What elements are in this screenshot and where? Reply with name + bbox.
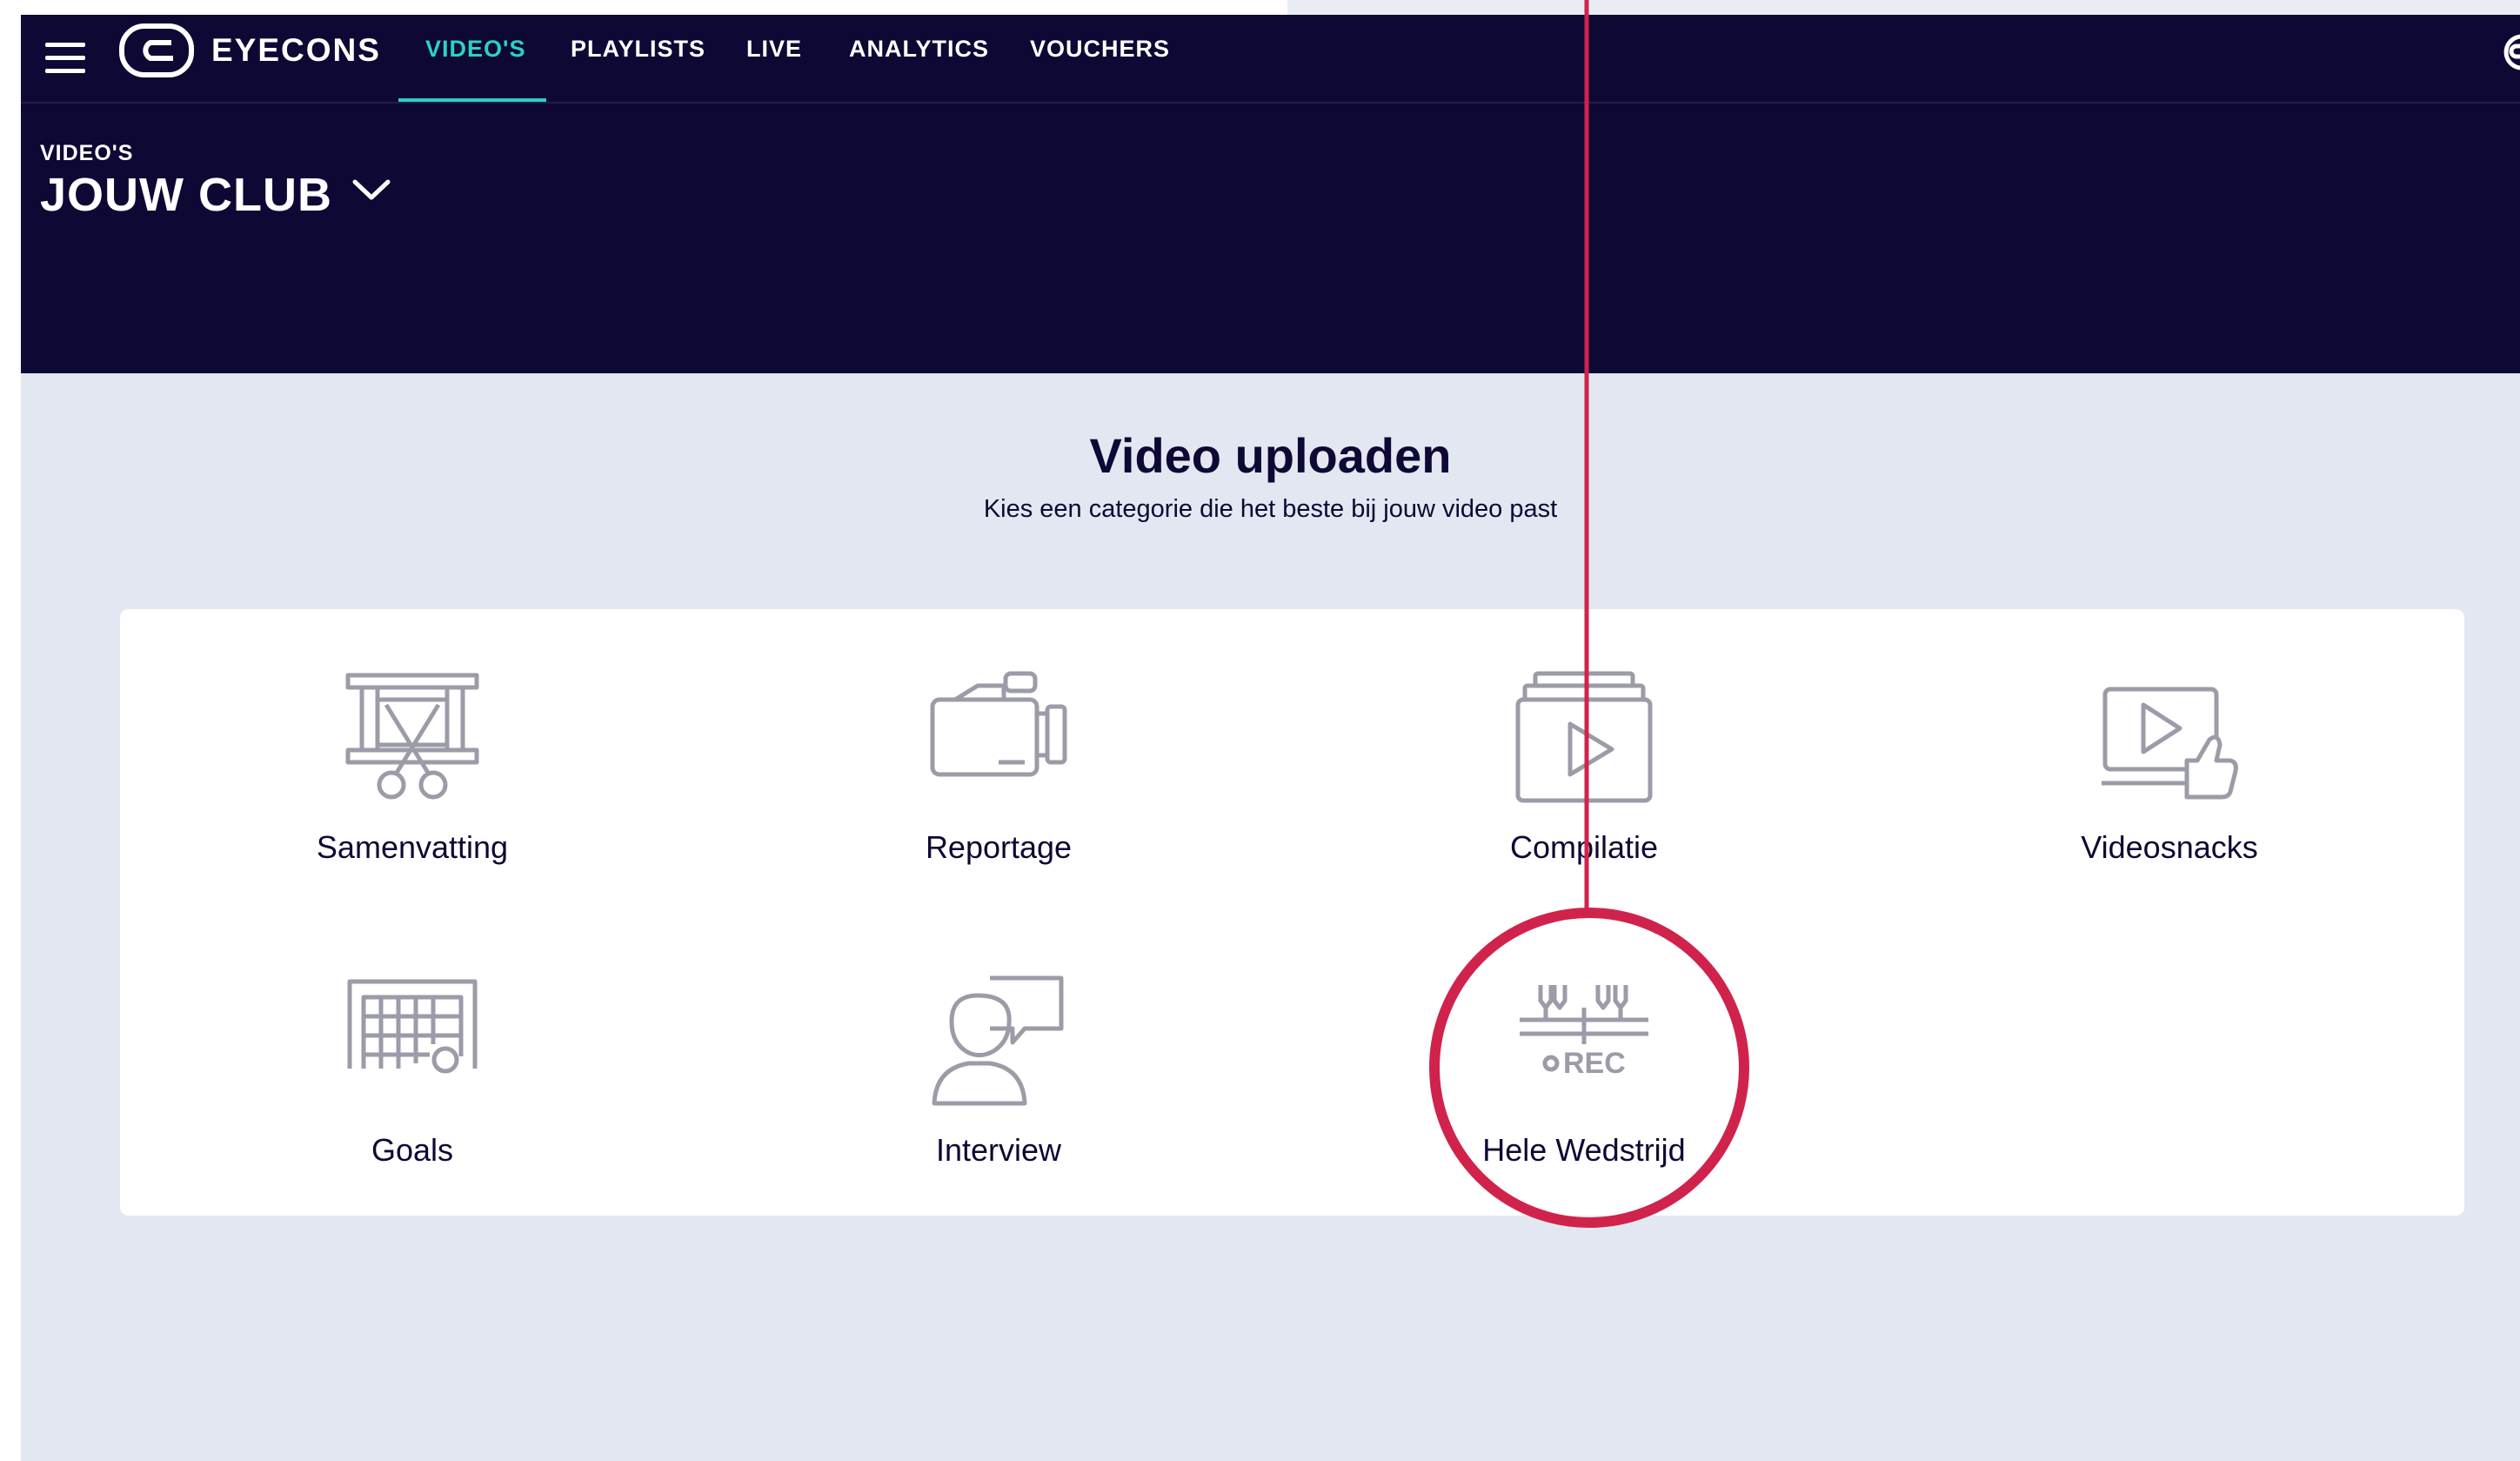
category-samenvatting[interactable]: Samenvatting	[151, 670, 673, 931]
menu-icon[interactable]	[45, 41, 85, 76]
category-goals[interactable]: Goals	[151, 973, 673, 1234]
category-label: Goals	[371, 1132, 454, 1168]
tab-analytics[interactable]: ANALYTICS	[849, 36, 989, 63]
record-match-icon: REC	[1520, 985, 1648, 1080]
eyecons-logo-icon[interactable]	[119, 23, 194, 77]
goal-net-icon	[347, 979, 478, 1074]
category-videosnacks[interactable]: Videosnacks	[1908, 670, 2430, 931]
chevron-down-icon[interactable]	[350, 177, 393, 203]
page-title: Video uploaden	[1089, 428, 1452, 483]
category-compilatie[interactable]: Compilatie	[1323, 670, 1845, 931]
tab-live[interactable]: LIVE	[746, 36, 802, 63]
app-window: EYECONS VIDEO'S PLAYLISTS LIVE ANALYTICS…	[21, 15, 2520, 1461]
top-navbar: EYECONS VIDEO'S PLAYLISTS LIVE ANALYTICS…	[21, 15, 2520, 104]
category-card: Samenvatting Reportage Compilatie Videos…	[120, 609, 2464, 1216]
category-label: Hele Wedstrijd	[1482, 1132, 1686, 1168]
play-thumbs-up-icon	[2102, 687, 2238, 800]
top-strip	[1287, 0, 2520, 15]
category-label: Videosnacks	[2081, 829, 2258, 865]
rec-label: REC	[1563, 1047, 1626, 1080]
tab-playlists[interactable]: PLAYLISTS	[571, 36, 705, 63]
category-hele-wedstrijd[interactable]: REC Hele Wedstrijd	[1323, 973, 1845, 1234]
breadcrumb: VIDEO'S	[40, 141, 134, 165]
brand-name[interactable]: EYECONS	[211, 32, 381, 69]
category-label: Compilatie	[1509, 829, 1659, 865]
tab-vouchers[interactable]: VOUCHERS	[1030, 36, 1170, 63]
person-speech-icon	[932, 975, 1064, 1106]
film-scissors-icon	[345, 673, 479, 800]
category-label: Reportage	[925, 829, 1073, 865]
account-icon[interactable]	[2492, 30, 2520, 74]
club-selector[interactable]: JOUW CLUB	[40, 168, 332, 222]
category-label: Samenvatting	[316, 829, 509, 865]
category-reportage[interactable]: Reportage	[738, 670, 1260, 931]
category-label: Interview	[935, 1132, 1062, 1168]
active-tab-indicator	[398, 98, 546, 102]
category-interview[interactable]: Interview	[738, 973, 1260, 1234]
stacked-play-icon	[1515, 671, 1653, 803]
page-subtitle: Kies een categorie die het beste bij jou…	[983, 495, 1558, 523]
page-header	[21, 104, 2520, 373]
tab-videos[interactable]: VIDEO'S	[425, 36, 525, 63]
video-camera-icon	[930, 671, 1067, 777]
